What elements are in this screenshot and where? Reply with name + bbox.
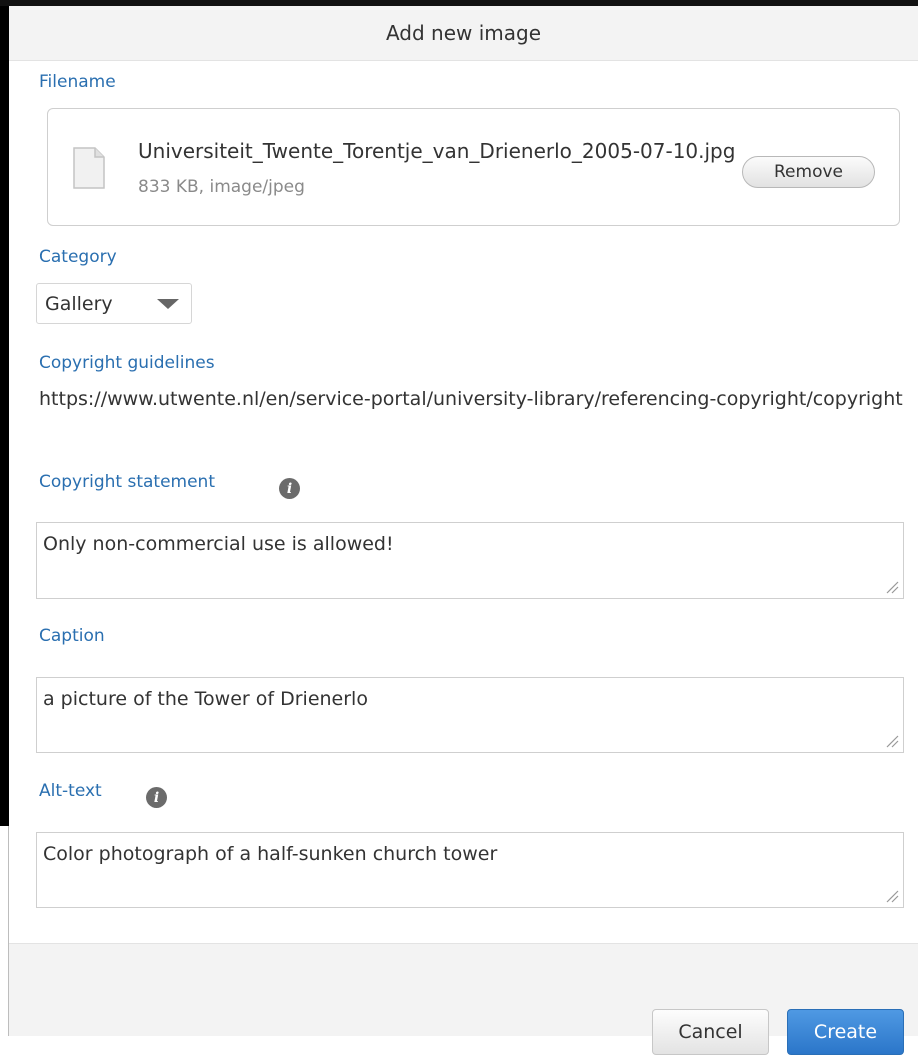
filename-label: Filename — [39, 72, 116, 92]
alt-text-value: Color photograph of a half-sunken church… — [43, 843, 498, 865]
resize-handle-icon[interactable] — [885, 734, 899, 748]
copyright-guidelines-label: Copyright guidelines — [39, 353, 215, 373]
category-label: Category — [39, 247, 117, 267]
chevron-down-icon — [157, 299, 179, 309]
remove-button[interactable]: Remove — [742, 156, 875, 188]
copyright-statement-label: Copyright statement — [39, 472, 215, 492]
file-meta: 833 KB, image/jpeg — [138, 177, 305, 197]
create-button[interactable]: Create — [787, 1009, 904, 1055]
dialog-header: Add new image — [9, 6, 918, 61]
copyright-statement-value: Only non-commercial use is allowed! — [43, 533, 394, 555]
file-icon — [73, 147, 105, 189]
dialog-footer — [9, 943, 918, 1036]
category-select[interactable]: Gallery — [36, 283, 192, 324]
resize-handle-icon[interactable] — [885, 580, 899, 594]
caption-label: Caption — [39, 626, 105, 646]
copyright-statement-field[interactable]: Only non-commercial use is allowed! — [36, 522, 904, 599]
background-edge — [0, 826, 9, 1036]
add-image-dialog: Add new image Filename Universiteit_Twen… — [9, 6, 918, 1055]
info-icon[interactable]: i — [146, 787, 167, 808]
info-icon[interactable]: i — [279, 478, 300, 499]
alt-text-label: Alt-text — [39, 781, 102, 801]
resize-handle-icon[interactable] — [885, 889, 899, 903]
dialog-title: Add new image — [385, 21, 542, 45]
file-attachment-box: Universiteit_Twente_Torentje_van_Driener… — [47, 108, 900, 226]
category-selected-value: Gallery — [45, 292, 113, 315]
caption-field[interactable]: a picture of the Tower of Drienerlo — [36, 677, 904, 753]
copyright-guidelines-text: https://www.utwente.nl/en/service-portal… — [39, 388, 903, 410]
cancel-button[interactable]: Cancel — [652, 1009, 769, 1055]
caption-value: a picture of the Tower of Drienerlo — [43, 688, 368, 710]
alt-text-field[interactable]: Color photograph of a half-sunken church… — [36, 832, 904, 908]
background-dark-edge — [0, 0, 9, 826]
